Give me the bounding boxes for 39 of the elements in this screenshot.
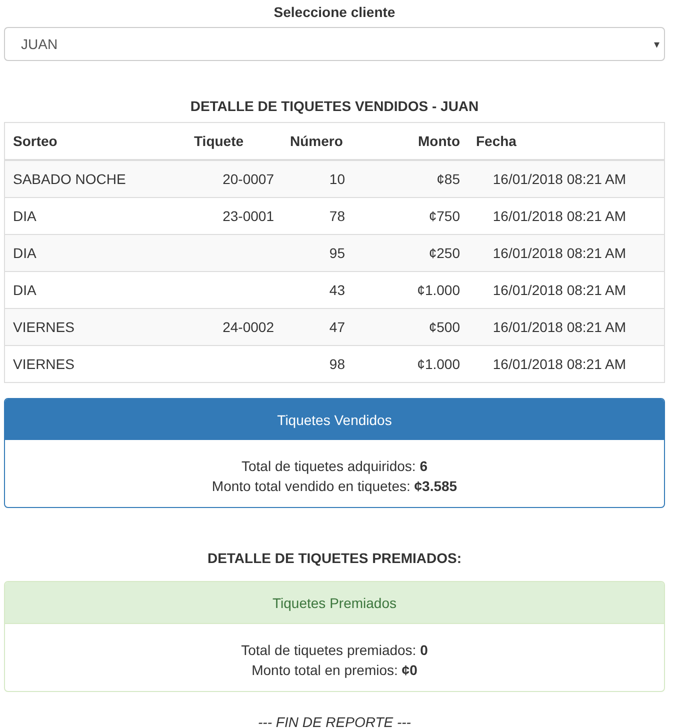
table-cell: 23-0001 xyxy=(222,208,274,224)
table-cell: ¢250 xyxy=(428,245,460,261)
table-cell: 20-0007 xyxy=(222,171,274,187)
client-select[interactable]: JUAN ▾ xyxy=(4,27,665,61)
table-cell: 78 xyxy=(329,208,345,224)
section-title: DETALLE DE TIQUETES PREMIADOS: xyxy=(207,549,462,567)
table-cell: ¢85 xyxy=(436,171,460,187)
table-cell: ¢1.000 xyxy=(417,356,460,372)
table-cell: 43 xyxy=(329,282,345,298)
table-cell: 16/01/2018 08:21 AM xyxy=(492,282,626,298)
table-cell: 16/01/2018 08:21 AM xyxy=(492,208,626,224)
table-cell: DIA xyxy=(13,208,36,224)
table-cell: 47 xyxy=(329,319,345,335)
section-title: DETALLE DE TIQUETES VENDIDOS - JUAN xyxy=(190,97,479,115)
table-cell: VIERNES xyxy=(13,319,74,335)
panel-heading: Tiquetes Premiados xyxy=(5,582,664,624)
report-end-text: --- FIN DE REPORTE --- xyxy=(258,714,411,728)
summary-line: Total de tiquetes premiados: 0 xyxy=(241,642,428,658)
table-cell: 95 xyxy=(329,245,345,261)
table-cell: ¢500 xyxy=(428,319,460,335)
select-label: Seleccione cliente xyxy=(274,3,396,21)
table-cell: VIERNES xyxy=(13,356,74,372)
table-cell: 24-0002 xyxy=(222,319,274,335)
table-cell: ¢750 xyxy=(428,208,460,224)
table-cell: ¢1.000 xyxy=(417,282,460,298)
summary-line: Monto total vendido en tiquetes: ¢3.585 xyxy=(212,478,458,494)
table-cell: 98 xyxy=(329,356,345,372)
table-cell: 16/01/2018 08:21 AM xyxy=(492,171,626,187)
summary-line: Total de tiquetes adquiridos: 6 xyxy=(241,458,428,474)
panel-heading: Tiquetes Vendidos xyxy=(5,399,664,440)
caret-icon: ▾ xyxy=(654,38,660,50)
summary-line: Monto total en premios: ¢0 xyxy=(252,662,418,678)
table-cell: DIA xyxy=(13,245,36,261)
table-cell: DIA xyxy=(13,282,36,298)
table-cell: 16/01/2018 08:21 AM xyxy=(492,356,626,372)
table-cell: 16/01/2018 08:21 AM xyxy=(492,319,626,335)
table-cell: 16/01/2018 08:21 AM xyxy=(492,245,626,261)
table-cell: SABADO NOCHE xyxy=(13,171,126,187)
table-cell: 10 xyxy=(329,171,345,187)
